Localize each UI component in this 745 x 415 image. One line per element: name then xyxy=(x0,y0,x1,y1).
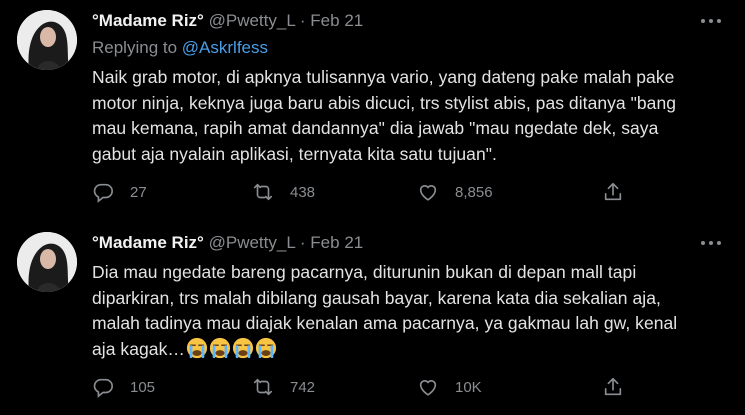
share-icon xyxy=(604,377,622,396)
tweet-date[interactable]: Feb 21 xyxy=(310,11,363,30)
separator: · xyxy=(299,233,306,252)
display-name[interactable]: °Madame Riz° xyxy=(92,11,204,30)
tweet-text: Dia mau ngedate bareng pacarnya, diturun… xyxy=(92,260,732,362)
reply-icon xyxy=(93,378,113,398)
tweet-text-line: aja kagak… xyxy=(92,337,732,363)
tweet-text-line: mau kemana, rapih amat dandannya" dia ja… xyxy=(92,118,659,138)
like-count: 10K xyxy=(455,378,482,396)
tweet-text-fragment: aja kagak… xyxy=(92,338,185,359)
mention-link[interactable]: @Askrlfess xyxy=(182,38,268,57)
retweet-count: 438 xyxy=(290,183,316,201)
replying-to: Replying to @Askrlfess xyxy=(92,38,268,58)
retweet-button[interactable]: 438 xyxy=(252,180,315,204)
tweet[interactable]: °Madame Riz° @Pwetty_L · Feb 21 Replying… xyxy=(0,0,745,222)
like-count: 8,856 xyxy=(455,183,493,201)
user-handle[interactable]: @Pwetty_L xyxy=(209,11,296,30)
avatar[interactable] xyxy=(17,232,77,292)
retweet-button[interactable]: 742 xyxy=(252,375,315,399)
share-button[interactable] xyxy=(602,180,624,204)
avatar[interactable] xyxy=(17,10,77,70)
tweet[interactable]: °Madame Riz° @Pwetty_L · Feb 21 Dia mau … xyxy=(0,222,745,415)
reply-count: 105 xyxy=(130,378,156,396)
tweet-actions: 105 742 10K xyxy=(92,375,632,399)
tweet-text-line: gabut aja nyalain aplikasi, ternyata kit… xyxy=(92,143,497,164)
tweet-text-line: Naik grab motor, di apknya tulisannya va… xyxy=(92,67,675,87)
reply-button[interactable]: 27 xyxy=(92,180,147,204)
retweet-count: 742 xyxy=(290,378,316,396)
share-icon xyxy=(604,182,622,201)
retweet-icon xyxy=(253,183,273,201)
share-button[interactable] xyxy=(602,375,624,399)
retweet-icon xyxy=(253,378,273,396)
separator: · xyxy=(299,11,306,30)
tweet-text: Naik grab motor, di apknya tulisannya va… xyxy=(92,65,732,167)
tweet-date[interactable]: Feb 21 xyxy=(310,233,363,252)
like-button[interactable]: 8,856 xyxy=(417,180,493,204)
crying-face-emoji xyxy=(186,337,208,358)
like-button[interactable]: 10K xyxy=(417,375,482,399)
reply-count: 27 xyxy=(130,183,147,201)
tweet-text-line: diparkiran, trs malah dibilang gausah ba… xyxy=(92,287,661,308)
like-icon xyxy=(419,380,437,396)
reply-button[interactable]: 105 xyxy=(92,375,155,399)
crying-face-emoji xyxy=(255,337,277,358)
user-handle[interactable]: @Pwetty_L xyxy=(209,233,296,252)
tweet-header: °Madame Riz° @Pwetty_L · Feb 21 xyxy=(92,10,363,32)
replying-label: Replying to xyxy=(92,38,178,57)
tweet-header: °Madame Riz° @Pwetty_L · Feb 21 xyxy=(92,232,363,254)
display-name[interactable]: °Madame Riz° xyxy=(92,233,204,252)
crying-face-emoji xyxy=(209,337,231,358)
more-icon[interactable] xyxy=(701,237,721,249)
like-icon xyxy=(419,185,437,201)
tweet-text-line: motor ninja, keknya juga baru abis dicuc… xyxy=(92,92,677,113)
reply-icon xyxy=(93,183,113,203)
crying-face-emoji xyxy=(232,337,254,358)
tweet-text-line: Dia mau ngedate bareng pacarnya, diturun… xyxy=(92,262,637,282)
tweet-actions: 27 438 8,856 xyxy=(92,180,632,204)
more-icon[interactable] xyxy=(701,15,721,27)
tweet-text-line: malah tadinya mau diajak kenalan ama pac… xyxy=(92,313,678,333)
